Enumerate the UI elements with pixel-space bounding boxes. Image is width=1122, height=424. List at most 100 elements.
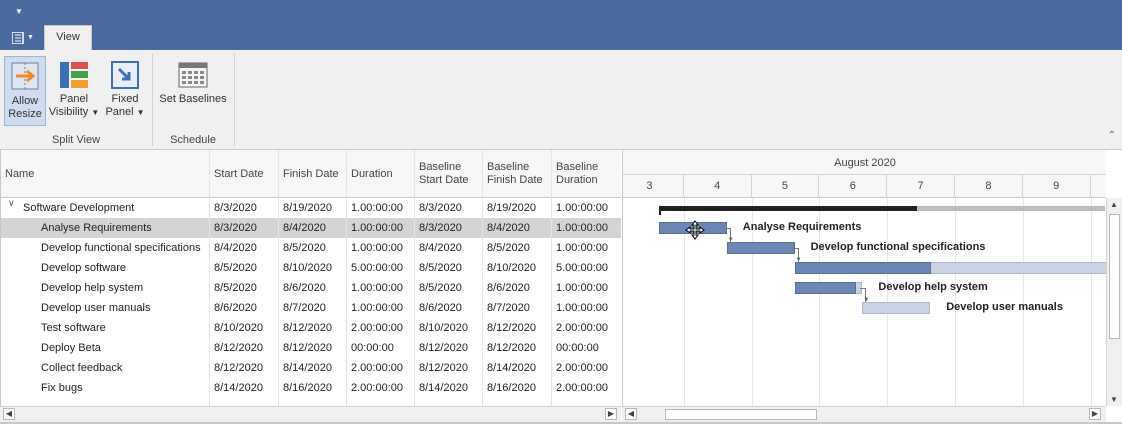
cell-name[interactable]: Analyse Requirements [1,218,210,238]
cell-start-date[interactable]: 8/3/2020 [210,198,279,218]
cell-baseline-duration[interactable]: 1.00:00:00 [552,198,621,218]
task-row[interactable]: Analyse Requirements 8/3/2020 8/4/2020 1.00… [1,218,621,238]
grid-horizontal-scrollbar[interactable]: ◀ ▶ [0,406,621,422]
vertical-scroll-thumb[interactable] [1109,214,1120,339]
cell-baseline-start[interactable]: 8/12/2020 [415,338,483,358]
cell-baseline-start[interactable]: 8/5/2020 [415,278,483,298]
task-row[interactable]: Collect feedback 8/12/2020 8/14/2020 2.00:0… [1,358,621,378]
column-header-baseline-duration[interactable]: Baseline Duration [552,150,621,198]
cell-baseline-start[interactable]: 8/10/2020 [415,318,483,338]
cell-duration[interactable]: 5.00:00:00 [347,258,415,278]
cell-name[interactable]: Deploy Beta [1,338,210,358]
cell-duration[interactable]: 2.00:00:00 [347,318,415,338]
cell-baseline-duration[interactable]: 5.00:00:00 [552,258,621,278]
column-header-duration[interactable]: Duration [347,150,415,198]
cell-baseline-duration[interactable]: 1.00:00:00 [552,238,621,258]
cell-start-date[interactable]: 8/5/2020 [210,258,279,278]
cell-finish-date[interactable]: 8/14/2020 [279,358,347,378]
summary-task-row[interactable]: ∨ Software Development 8/3/2020 8/19/2020 1.… [1,198,621,218]
task-row[interactable]: Develop help system 8/5/2020 8/6/2020 1.00:… [1,278,621,298]
cell-baseline-finish[interactable]: 8/14/2020 [483,358,552,378]
cell-baseline-start[interactable]: 8/4/2020 [415,238,483,258]
vertical-scrollbar[interactable]: ▲ ▼ [1106,198,1122,406]
cell-duration[interactable]: 1.00:00:00 [347,218,415,238]
cell-baseline-duration[interactable]: 00:00:00 [552,338,621,358]
cell-finish-date[interactable]: 8/10/2020 [279,258,347,278]
cell-start-date[interactable]: 8/12/2020 [210,338,279,358]
cell-baseline-finish[interactable]: 8/12/2020 [483,318,552,338]
scroll-right-icon[interactable]: ▶ [605,408,617,420]
cell-finish-date[interactable]: 8/19/2020 [279,198,347,218]
panel-visibility-button[interactable]: Panel Visibility ▼ [48,56,100,126]
cell-finish-date[interactable]: 8/7/2020 [279,298,347,318]
cell-duration[interactable]: 1.00:00:00 [347,298,415,318]
cell-baseline-start[interactable]: 8/3/2020 [415,198,483,218]
cell-baseline-start[interactable]: 8/3/2020 [415,218,483,238]
cell-name[interactable]: Fix bugs [1,378,210,398]
cell-name[interactable]: Develop functional specifications [1,238,210,258]
cell-finish-date[interactable]: 8/5/2020 [279,238,347,258]
cell-start-date[interactable]: 8/12/2020 [210,358,279,378]
task-bar-user-manuals-baseline[interactable] [862,302,931,314]
cell-name[interactable]: Software Development [1,198,210,218]
tab-view[interactable]: View [44,25,92,50]
cell-duration[interactable]: 00:00:00 [347,338,415,358]
cell-start-date[interactable]: 8/14/2020 [210,378,279,398]
set-baselines-button[interactable]: Set Baselines [158,56,228,126]
cell-baseline-duration[interactable]: 1.00:00:00 [552,278,621,298]
cell-finish-date[interactable]: 8/12/2020 [279,338,347,358]
column-header-finish-date[interactable]: Finish Date [279,150,347,198]
scroll-right-icon[interactable]: ▶ [1089,408,1101,420]
scroll-up-icon[interactable]: ▲ [1108,200,1120,209]
task-row[interactable]: Fix bugs 8/14/2020 8/16/2020 2.00:00:00 8/14… [1,378,621,398]
collapse-ribbon-icon[interactable]: ⌃ [1108,130,1116,141]
task-row[interactable]: Develop functional specifications 8/4/202… [1,238,621,258]
scroll-left-icon[interactable]: ◀ [625,408,637,420]
column-header-name[interactable]: Name [1,150,210,198]
cell-baseline-duration[interactable]: 2.00:00:00 [552,318,621,338]
quick-access-dropdown-icon[interactable]: ▼ [15,7,23,16]
cell-start-date[interactable]: 8/10/2020 [210,318,279,338]
column-header-start-date[interactable]: Start Date [210,150,279,198]
cell-duration[interactable]: 2.00:00:00 [347,358,415,378]
column-header-baseline-finish[interactable]: Baseline Finish Date [483,150,552,198]
cell-baseline-finish[interactable]: 8/5/2020 [483,238,552,258]
cell-baseline-finish[interactable]: 8/16/2020 [483,378,552,398]
cell-baseline-finish[interactable]: 8/4/2020 [483,218,552,238]
cell-duration[interactable]: 2.00:00:00 [347,378,415,398]
app-menu-button[interactable]: ▼ [8,28,36,48]
cell-baseline-start[interactable]: 8/5/2020 [415,258,483,278]
cell-baseline-start[interactable]: 8/14/2020 [415,378,483,398]
gantt-horizontal-scrollbar[interactable]: ◀ ▶ [622,406,1106,422]
cell-start-date[interactable]: 8/4/2020 [210,238,279,258]
cell-finish-date[interactable]: 8/12/2020 [279,318,347,338]
cell-name[interactable]: Collect feedback [1,358,210,378]
cell-duration[interactable]: 1.00:00:00 [347,198,415,218]
cell-finish-date[interactable]: 8/4/2020 [279,218,347,238]
cell-baseline-duration[interactable]: 1.00:00:00 [552,298,621,318]
task-row[interactable]: Develop user manuals 8/6/2020 8/7/2020 1.00… [1,298,621,318]
cell-baseline-finish[interactable]: 8/10/2020 [483,258,552,278]
horizontal-scroll-thumb[interactable] [665,409,817,420]
cell-name[interactable]: Develop help system [1,278,210,298]
fixed-panel-button[interactable]: Fixed Panel ▼ [102,56,148,126]
cell-baseline-start[interactable]: 8/12/2020 [415,358,483,378]
cell-baseline-duration[interactable]: 2.00:00:00 [552,358,621,378]
cell-baseline-start[interactable]: 8/6/2020 [415,298,483,318]
cell-start-date[interactable]: 8/5/2020 [210,278,279,298]
cell-baseline-finish[interactable]: 8/6/2020 [483,278,552,298]
cell-finish-date[interactable]: 8/16/2020 [279,378,347,398]
cell-finish-date[interactable]: 8/6/2020 [279,278,347,298]
cell-name[interactable]: Develop software [1,258,210,278]
cell-start-date[interactable]: 8/3/2020 [210,218,279,238]
column-header-baseline-start[interactable]: Baseline Start Date [415,150,483,198]
task-row[interactable]: Develop software 8/5/2020 8/10/2020 5.00:00… [1,258,621,278]
cell-start-date[interactable]: 8/6/2020 [210,298,279,318]
cell-baseline-duration[interactable]: 1.00:00:00 [552,218,621,238]
scroll-left-icon[interactable]: ◀ [3,408,15,420]
allow-resize-button[interactable]: Allow Resize [4,56,46,126]
scroll-down-icon[interactable]: ▼ [1108,395,1120,404]
cell-duration[interactable]: 1.00:00:00 [347,238,415,258]
task-row[interactable]: Deploy Beta 8/12/2020 8/12/2020 00:00:00 8/1… [1,338,621,358]
cell-name[interactable]: Test software [1,318,210,338]
